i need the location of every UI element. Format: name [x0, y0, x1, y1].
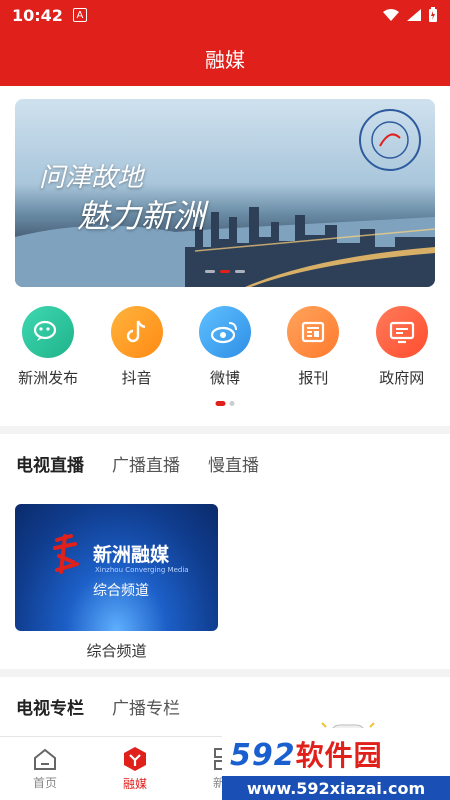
shortcut-label: 抖音: [121, 369, 152, 387]
tab-tv-column[interactable]: 电视专栏: [16, 694, 84, 719]
column-tabs: 电视专栏 广播专栏: [0, 677, 450, 735]
watermark-brand-num: 592: [230, 738, 296, 773]
watermark-brand-cn: 软件园: [295, 739, 383, 772]
shortcut-newspaper[interactable]: 报刊: [270, 306, 356, 388]
feature-card: 问津故地 魅力新洲 新洲发布 抖音 微博 报刊 政府网: [0, 86, 450, 426]
tab-radio-column[interactable]: 广播专栏: [112, 694, 180, 719]
banner-seal-logo: [359, 109, 421, 171]
site-watermark: 592软件园 www.592xiazai.com: [222, 728, 450, 800]
shortcut-weibo[interactable]: 微博: [182, 306, 268, 388]
notification-badge-icon: A: [72, 8, 87, 22]
page-title: 融媒: [205, 47, 245, 72]
weibo-icon: [198, 306, 251, 358]
channel-brand: 新洲融媒: [93, 544, 170, 566]
shortcut-label: 报刊: [298, 369, 329, 387]
app-header: 融媒: [0, 30, 450, 86]
live-section: 电视直播 广播直播 慢直播 新洲融媒 Xinzhou Converging Me…: [0, 434, 450, 669]
channel-brand-sub: Xinzhou Converging Media: [95, 566, 189, 574]
nav-media-hub[interactable]: 融媒: [90, 737, 180, 800]
banner-pager: [205, 270, 245, 273]
tab-slow-live[interactable]: 慢直播: [208, 451, 259, 476]
newspaper-icon: [287, 306, 340, 358]
shortcut-label: 新洲发布: [18, 369, 79, 387]
media-hub-icon: [124, 746, 146, 771]
status-time: 10:42: [12, 5, 63, 25]
channel-name-overlay: 综合频道: [93, 583, 149, 599]
nav-label: 融媒: [122, 776, 147, 791]
xinzhou-logo-icon: [51, 532, 81, 578]
nav-label: 首页: [32, 775, 57, 790]
shortcut-xinzhou-release[interactable]: 新洲发布: [5, 306, 91, 388]
signal-icon: [407, 9, 421, 21]
home-icon: [34, 748, 56, 770]
channel-label[interactable]: 综合频道: [15, 640, 218, 661]
wechat-icon: [22, 306, 75, 358]
banner-title-line2: 魅力新洲: [77, 197, 206, 235]
promo-banner[interactable]: 问津故地 魅力新洲: [15, 99, 435, 287]
wifi-icon: [383, 9, 399, 21]
tab-radio-live[interactable]: 广播直播: [112, 451, 180, 476]
nav-home[interactable]: 首页: [0, 737, 90, 800]
watermark-url: www.592xiazai.com: [222, 776, 450, 800]
shortcut-douyin[interactable]: 抖音: [94, 306, 180, 388]
live-tabs: 电视直播 广播直播 慢直播: [0, 434, 450, 492]
main-content[interactable]: 问津故地 魅力新洲 新洲发布 抖音 微博 报刊 政府网 电视直播 广播直播 慢直…: [0, 86, 450, 736]
shortcut-row: 新洲发布 抖音 微博 报刊 政府网: [0, 306, 450, 388]
shortcut-pager: [215, 401, 235, 406]
banner-title-line1: 问津故地: [39, 163, 144, 193]
douyin-icon: [110, 306, 163, 358]
channel-thumbnail[interactable]: 新洲融媒 Xinzhou Converging Media 综合频道: [15, 504, 218, 631]
status-bar: 10:42 A: [0, 0, 450, 30]
shortcut-label: 政府网: [379, 369, 425, 387]
watermark-brand: 592软件园: [230, 734, 383, 774]
shortcut-government[interactable]: 政府网: [359, 306, 445, 388]
government-icon: [375, 306, 428, 358]
shortcut-label: 微博: [209, 369, 240, 387]
tab-tv-live[interactable]: 电视直播: [16, 451, 84, 476]
battery-icon: [429, 7, 437, 22]
